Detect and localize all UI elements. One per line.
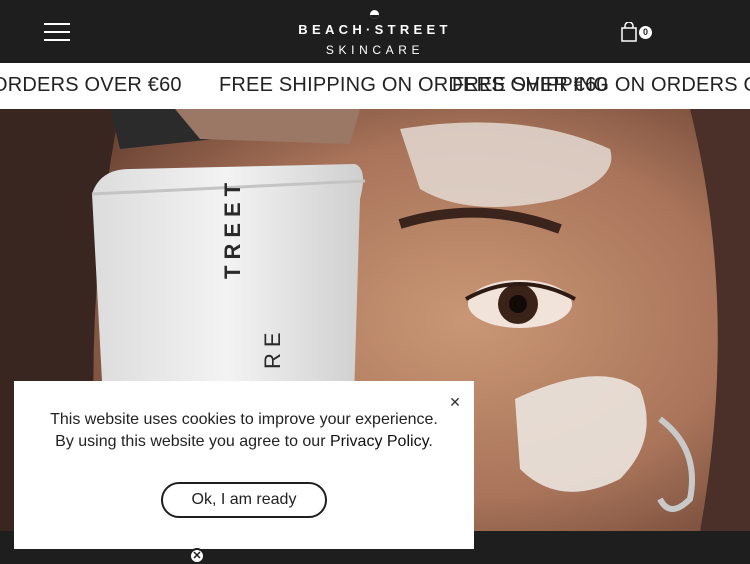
cookie-message-prefix: By using this website you agree to our	[55, 433, 330, 450]
accept-cookies-button[interactable]: Ok, I am ready	[161, 482, 327, 518]
cookie-message-suffix: .	[428, 433, 433, 450]
menu-line	[44, 31, 70, 33]
svg-text:RE: RE	[260, 326, 285, 369]
cookie-message-line2: By using this website you agree to our P…	[14, 431, 474, 453]
cookie-banner: ✕ This website uses cookies to improve y…	[14, 381, 474, 549]
cookie-message: This website uses cookies to improve you…	[14, 409, 474, 453]
announcement-bar: ORDERS OVER €60 FREE SHIPPING ON ORDERS …	[0, 63, 750, 109]
cart-count-badge: 0	[639, 26, 652, 39]
logo-subtext: SKINCARE	[325, 43, 425, 57]
logo-sun-icon	[370, 10, 379, 19]
hamburger-menu-icon[interactable]	[44, 22, 70, 42]
privacy-policy-link[interactable]: Privacy Policy	[330, 433, 428, 450]
svg-text:TREET: TREET	[220, 177, 245, 279]
site-header: BEACH·STREET SKINCARE 0	[0, 0, 750, 63]
cart-button[interactable]: 0	[621, 22, 657, 42]
shopping-bag-icon	[621, 22, 637, 42]
announcement-text: FREE SHIPPING ON ORDERS O	[452, 74, 750, 96]
close-icon[interactable]: ✕	[448, 395, 462, 409]
menu-line	[44, 39, 70, 41]
cookie-message-line1: This website uses cookies to improve you…	[50, 411, 438, 428]
menu-line	[44, 23, 70, 25]
close-circle-icon[interactable]: ✕	[189, 548, 205, 564]
announcement-text: ORDERS OVER €60	[0, 74, 182, 96]
brand-logo[interactable]: BEACH·STREET SKINCARE	[275, 6, 475, 58]
logo-text: BEACH·STREET	[298, 22, 452, 37]
